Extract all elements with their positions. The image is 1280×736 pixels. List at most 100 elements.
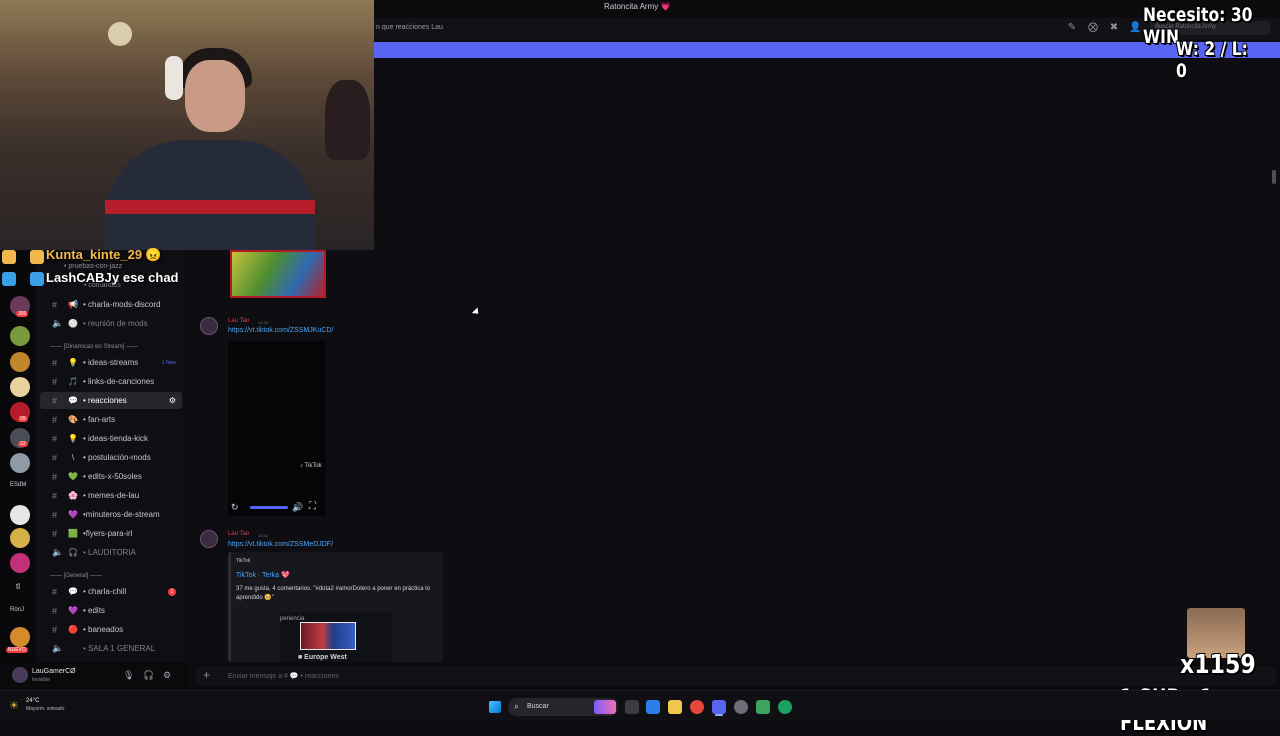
category-header[interactable]: —— [Dinámicas en Stream] —— xyxy=(50,344,138,350)
message-avatar[interactable] xyxy=(200,317,218,335)
channel-item[interactable]: 🔈 ⚪ • reunión de mods xyxy=(40,315,182,332)
channel-item[interactable]: 🔈 🎧 • LAUDITORIA xyxy=(40,544,182,561)
channel-item[interactable]: # 💜 •minuteros-de-stream xyxy=(40,506,182,523)
channel-settings-icon[interactable]: ⚙ xyxy=(169,396,176,405)
message-author[interactable]: Lau Tao xyxy=(228,531,249,537)
channel-item[interactable]: # 💚 • edits-x-50soles xyxy=(40,468,182,485)
channel-item[interactable]: # 🎨 • fan-arts xyxy=(40,411,182,428)
channel-emoji-icon: 🎧 xyxy=(68,548,78,557)
copilot-icon[interactable] xyxy=(646,700,660,714)
threads-icon[interactable]: ✎ xyxy=(1066,22,1078,34)
fullscreen-icon[interactable]: ⛶ xyxy=(309,501,316,512)
video-player[interactable] xyxy=(228,341,326,516)
replay-icon[interactable]: ↻ xyxy=(231,502,239,513)
hash-icon: # xyxy=(52,528,58,539)
channel-item[interactable]: # 💬 • charla-chill 1 xyxy=(40,583,182,600)
hash-icon: # xyxy=(52,395,58,406)
channel-topic: n que reacciones Lau xyxy=(376,24,443,31)
category-header[interactable]: —— [General] —— xyxy=(50,573,102,579)
server-icon[interactable] xyxy=(10,352,30,372)
channel-emoji-icon: \ xyxy=(71,453,75,462)
channel-emoji-icon: 💡 xyxy=(68,358,78,367)
headset-icon xyxy=(165,56,183,100)
channel-item[interactable]: # 🟩 •flyers-para-irl xyxy=(40,525,182,542)
channel-item[interactable]: # 💡 • ideas-streams 1 New xyxy=(40,354,182,371)
weather-temperature[interactable]: 24°C xyxy=(26,698,39,704)
hash-icon: # xyxy=(52,490,58,501)
unread-badge: 1 xyxy=(168,587,176,596)
microphone-icon[interactable]: 🎙 xyxy=(123,670,134,681)
server-icon[interactable] xyxy=(10,453,30,473)
chrome-icon[interactable] xyxy=(690,700,704,714)
obs-icon[interactable] xyxy=(734,700,748,714)
gear-icon[interactable]: ⚙ xyxy=(163,670,171,681)
server-icon[interactable] xyxy=(10,627,30,647)
previous-message-image[interactable] xyxy=(230,250,326,298)
server-icon[interactable] xyxy=(10,326,30,346)
message-author[interactable]: Lau Tao xyxy=(228,318,249,324)
hash-icon: # xyxy=(52,414,58,425)
task-view-icon[interactable] xyxy=(625,700,639,714)
channel-item[interactable]: # 🌸 • memes-de-lau xyxy=(40,487,182,504)
server-label[interactable]: tl xyxy=(16,582,20,591)
channel-item[interactable]: # 💬 • reacciones ⚙ xyxy=(40,392,182,409)
avatar[interactable] xyxy=(12,667,28,683)
search-icon: ⌕ xyxy=(514,701,520,711)
score-overlay: W: 2 / L: 0 xyxy=(1176,38,1248,82)
hash-icon: # xyxy=(52,357,58,368)
hash-icon: # xyxy=(52,586,58,597)
server-label[interactable]: RönJ xyxy=(10,607,24,613)
hash-icon: # xyxy=(52,433,58,444)
mute-bell-icon[interactable]: ⨂ xyxy=(1087,22,1099,34)
channel-item[interactable]: # 🔴 • baneados xyxy=(40,621,182,638)
server-badge: 23 xyxy=(18,441,28,447)
username[interactable]: LauGamerCØ xyxy=(32,668,76,675)
embed-description: 37 me gusta, 4 comentarios. "#dota2 #amo… xyxy=(236,586,430,601)
channel-label: • reacciones xyxy=(83,396,127,405)
channel-label: • memes-de-lau xyxy=(83,491,140,500)
server-icon[interactable] xyxy=(10,553,30,573)
server-label[interactable]: ESdM xyxy=(10,482,26,488)
channel-item[interactable]: # 💡 • ideas-tienda-kick xyxy=(40,430,182,447)
add-attachment-icon[interactable]: + xyxy=(203,668,210,682)
server-icon[interactable] xyxy=(10,528,30,548)
chat-message: y ese chad xyxy=(112,270,179,285)
search-highlight-icon[interactable] xyxy=(594,700,616,714)
channel-item[interactable]: 🔈 • SALA 1 GENERAL xyxy=(40,640,182,657)
channel-label: • edits xyxy=(83,606,105,615)
message-avatar[interactable] xyxy=(200,530,218,548)
channel-item[interactable]: • pruebas-con-jazz xyxy=(64,263,122,270)
channel-emoji-icon: 💬 xyxy=(68,396,78,405)
message-composer[interactable] xyxy=(196,666,1276,686)
server-icon[interactable] xyxy=(10,505,30,525)
active-app-indicator xyxy=(715,714,723,716)
spotify-icon[interactable] xyxy=(756,700,770,714)
message-link[interactable]: https://vt.tiktok.com/ZSSMeDJDF/ xyxy=(228,541,333,548)
edge-icon[interactable] xyxy=(778,700,792,714)
streamer-face xyxy=(185,60,245,132)
channel-item[interactable]: # 💜 • edits xyxy=(40,602,182,619)
channel-label: • links-de-canciones xyxy=(83,377,155,386)
windows-start-icon[interactable] xyxy=(489,701,501,713)
volume-icon[interactable]: 🔊 xyxy=(292,502,303,513)
channel-item[interactable]: # \ • postulación-mods xyxy=(40,449,182,466)
discord-icon[interactable] xyxy=(712,700,726,714)
server-badge: 305 xyxy=(16,311,29,317)
embed-title[interactable]: TikTok · Terka 💖 xyxy=(236,571,290,579)
channel-emoji-icon: 📢 xyxy=(68,300,78,309)
message-link[interactable]: https://vt.tiktok.com/ZSSMJKuCD/ xyxy=(228,327,333,334)
volume-slider[interactable] xyxy=(250,506,288,509)
server-icon[interactable] xyxy=(10,377,30,397)
scrollbar-thumb[interactable] xyxy=(1272,170,1276,184)
channel-item[interactable]: # 🎵 • links-de-canciones xyxy=(40,373,182,390)
file-explorer-icon[interactable] xyxy=(668,700,682,714)
channel-emoji-icon: 🌸 xyxy=(68,491,78,500)
pin-icon[interactable]: ✖ xyxy=(1108,22,1120,34)
headphones-icon[interactable]: 🎧 xyxy=(143,670,154,681)
sun-icon[interactable]: ☀ xyxy=(9,699,19,712)
channel-item[interactable]: # 📢 • charla-mods-discord xyxy=(40,296,182,313)
message-input[interactable]: Enviar mensaje a # 💬 • reacciones xyxy=(228,672,339,680)
thumbnail-image xyxy=(300,622,356,650)
weather-description[interactable]: Mayorm. soleado xyxy=(26,706,64,712)
members-icon[interactable]: 👤 xyxy=(1129,22,1141,34)
